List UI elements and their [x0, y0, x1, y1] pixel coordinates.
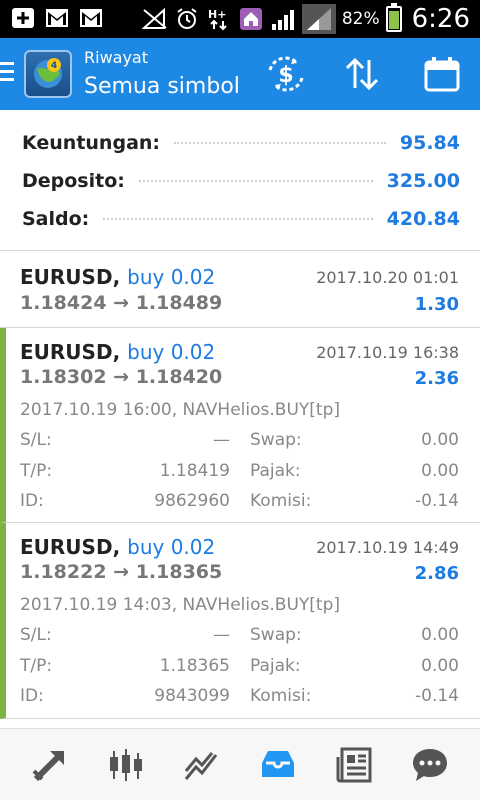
- swap-label: Swap:: [250, 430, 302, 450]
- tp-value: 1.18365: [159, 656, 230, 676]
- app-logo[interactable]: 4: [24, 50, 72, 98]
- sort-icon[interactable]: [340, 54, 384, 94]
- trade-date: 2017.10.19 16:38: [316, 343, 459, 362]
- trade-comment: 2017.10.19 16:00, NAVHelios.BUY[tp]: [20, 400, 340, 420]
- clock: 6:26: [411, 4, 470, 34]
- trade-symbol-line: EURUSD, buy 0.02: [20, 535, 216, 559]
- summary-value: 95.84: [399, 132, 460, 154]
- home-icon: [238, 7, 264, 31]
- signal-muted-icon: [141, 7, 168, 31]
- trade-type: buy 0.02: [127, 265, 216, 289]
- dotted-leader: [103, 218, 373, 220]
- dotted-leader: [174, 142, 386, 144]
- swap-label: Swap:: [250, 625, 302, 645]
- swap-value: 0.00: [421, 430, 459, 450]
- trade-profit: 2.36: [414, 368, 459, 389]
- menu-icon[interactable]: [0, 62, 14, 86]
- trade-date: 2017.10.20 01:01: [316, 268, 459, 287]
- currency-exchange-icon[interactable]: $: [264, 54, 308, 94]
- summary-label: Keuntungan:: [22, 132, 161, 154]
- tp-value: 1.18419: [159, 461, 230, 481]
- page-subtitle: Riwayat: [84, 48, 148, 67]
- trend-icon[interactable]: [178, 741, 226, 789]
- history-inbox-icon[interactable]: [254, 741, 302, 789]
- signal-bars-icon: [270, 7, 296, 31]
- account-summary: Keuntungan: 95.84 Deposito: 325.00 Saldo…: [0, 110, 480, 251]
- trade-prices: 1.18424 → 1.18489: [20, 292, 223, 314]
- summary-value: 325.00: [386, 170, 460, 192]
- sl-label: S/L:: [20, 625, 52, 645]
- trade-symbol: EURUSD: [20, 265, 113, 289]
- trade-type: buy 0.02: [127, 340, 216, 364]
- sl-value: —: [213, 430, 230, 450]
- gmail-icon: [44, 6, 70, 30]
- trade-profit: 2.86: [414, 563, 459, 584]
- alarm-icon: [174, 7, 200, 31]
- add-icon: [10, 6, 36, 30]
- id-label: ID:: [20, 491, 44, 511]
- summary-row-balance: Saldo: 420.84: [22, 204, 460, 234]
- signal-bars-icon: [301, 4, 336, 34]
- list-item[interactable]: EURUSD, buy 0.02 2017.10.19 14:49 1.1822…: [0, 523, 480, 719]
- trade-date: 2017.10.19 14:49: [316, 538, 459, 557]
- trade-icon[interactable]: [26, 741, 74, 789]
- svg-text:4: 4: [51, 61, 57, 71]
- tax-label: Pajak:: [250, 656, 301, 676]
- trade-symbol: EURUSD: [20, 535, 113, 559]
- trade-symbol: EURUSD: [20, 340, 113, 364]
- trade-comment: 2017.10.19 14:03, NAVHelios.BUY[tp]: [20, 595, 340, 615]
- id-label: ID:: [20, 686, 44, 706]
- sl-value: —: [213, 625, 230, 645]
- tp-label: T/P:: [20, 461, 53, 481]
- commission-value: -0.14: [415, 686, 459, 706]
- status-bar: H+ 82% 6:26: [0, 0, 480, 38]
- battery-percent: 82%: [341, 9, 380, 29]
- news-icon[interactable]: [330, 741, 378, 789]
- id-value: 9862960: [154, 491, 230, 511]
- page-title[interactable]: Semua simbol: [84, 74, 240, 99]
- gmail-icon: [78, 6, 104, 30]
- list-item[interactable]: EURUSD, buy 0.02 2017.10.20 01:01 1.1842…: [0, 251, 480, 328]
- trade-prices: 1.18302 → 1.18420: [20, 366, 223, 388]
- summary-value: 420.84: [386, 208, 460, 230]
- chat-icon[interactable]: [406, 741, 454, 789]
- tax-value: 0.00: [421, 656, 459, 676]
- tp-label: T/P:: [20, 656, 53, 676]
- summary-row-profit: Keuntungan: 95.84: [22, 128, 460, 158]
- trade-type: buy 0.02: [127, 535, 216, 559]
- dotted-leader: [138, 180, 373, 182]
- calendar-icon[interactable]: [420, 54, 464, 94]
- battery-icon: [385, 3, 402, 32]
- trade-symbol-line: EURUSD, buy 0.02: [20, 340, 216, 364]
- commission-label: Komisi:: [250, 491, 312, 511]
- summary-row-deposit: Deposito: 325.00: [22, 166, 460, 196]
- trade-profit: 1.30: [414, 294, 459, 315]
- swap-value: 0.00: [421, 625, 459, 645]
- chart-candles-icon[interactable]: [102, 741, 150, 789]
- trade-symbol-line: EURUSD, buy 0.02: [20, 265, 216, 289]
- bottom-navigation: [0, 728, 480, 800]
- trade-prices: 1.18222 → 1.18365: [20, 561, 223, 583]
- commission-value: -0.14: [415, 491, 459, 511]
- tax-value: 0.00: [421, 461, 459, 481]
- summary-label: Deposito:: [22, 170, 125, 192]
- data-arrows-icon: H+: [206, 7, 232, 31]
- sl-label: S/L:: [20, 430, 52, 450]
- app-bar: 4 Riwayat Semua simbol $: [0, 38, 480, 110]
- list-item[interactable]: EURUSD, buy 0.02 2017.10.19 16:38 1.1830…: [0, 328, 480, 523]
- commission-label: Komisi:: [250, 686, 312, 706]
- tax-label: Pajak:: [250, 461, 301, 481]
- id-value: 9843099: [154, 686, 230, 706]
- svg-text:H+: H+: [208, 8, 226, 21]
- summary-label: Saldo:: [22, 208, 90, 230]
